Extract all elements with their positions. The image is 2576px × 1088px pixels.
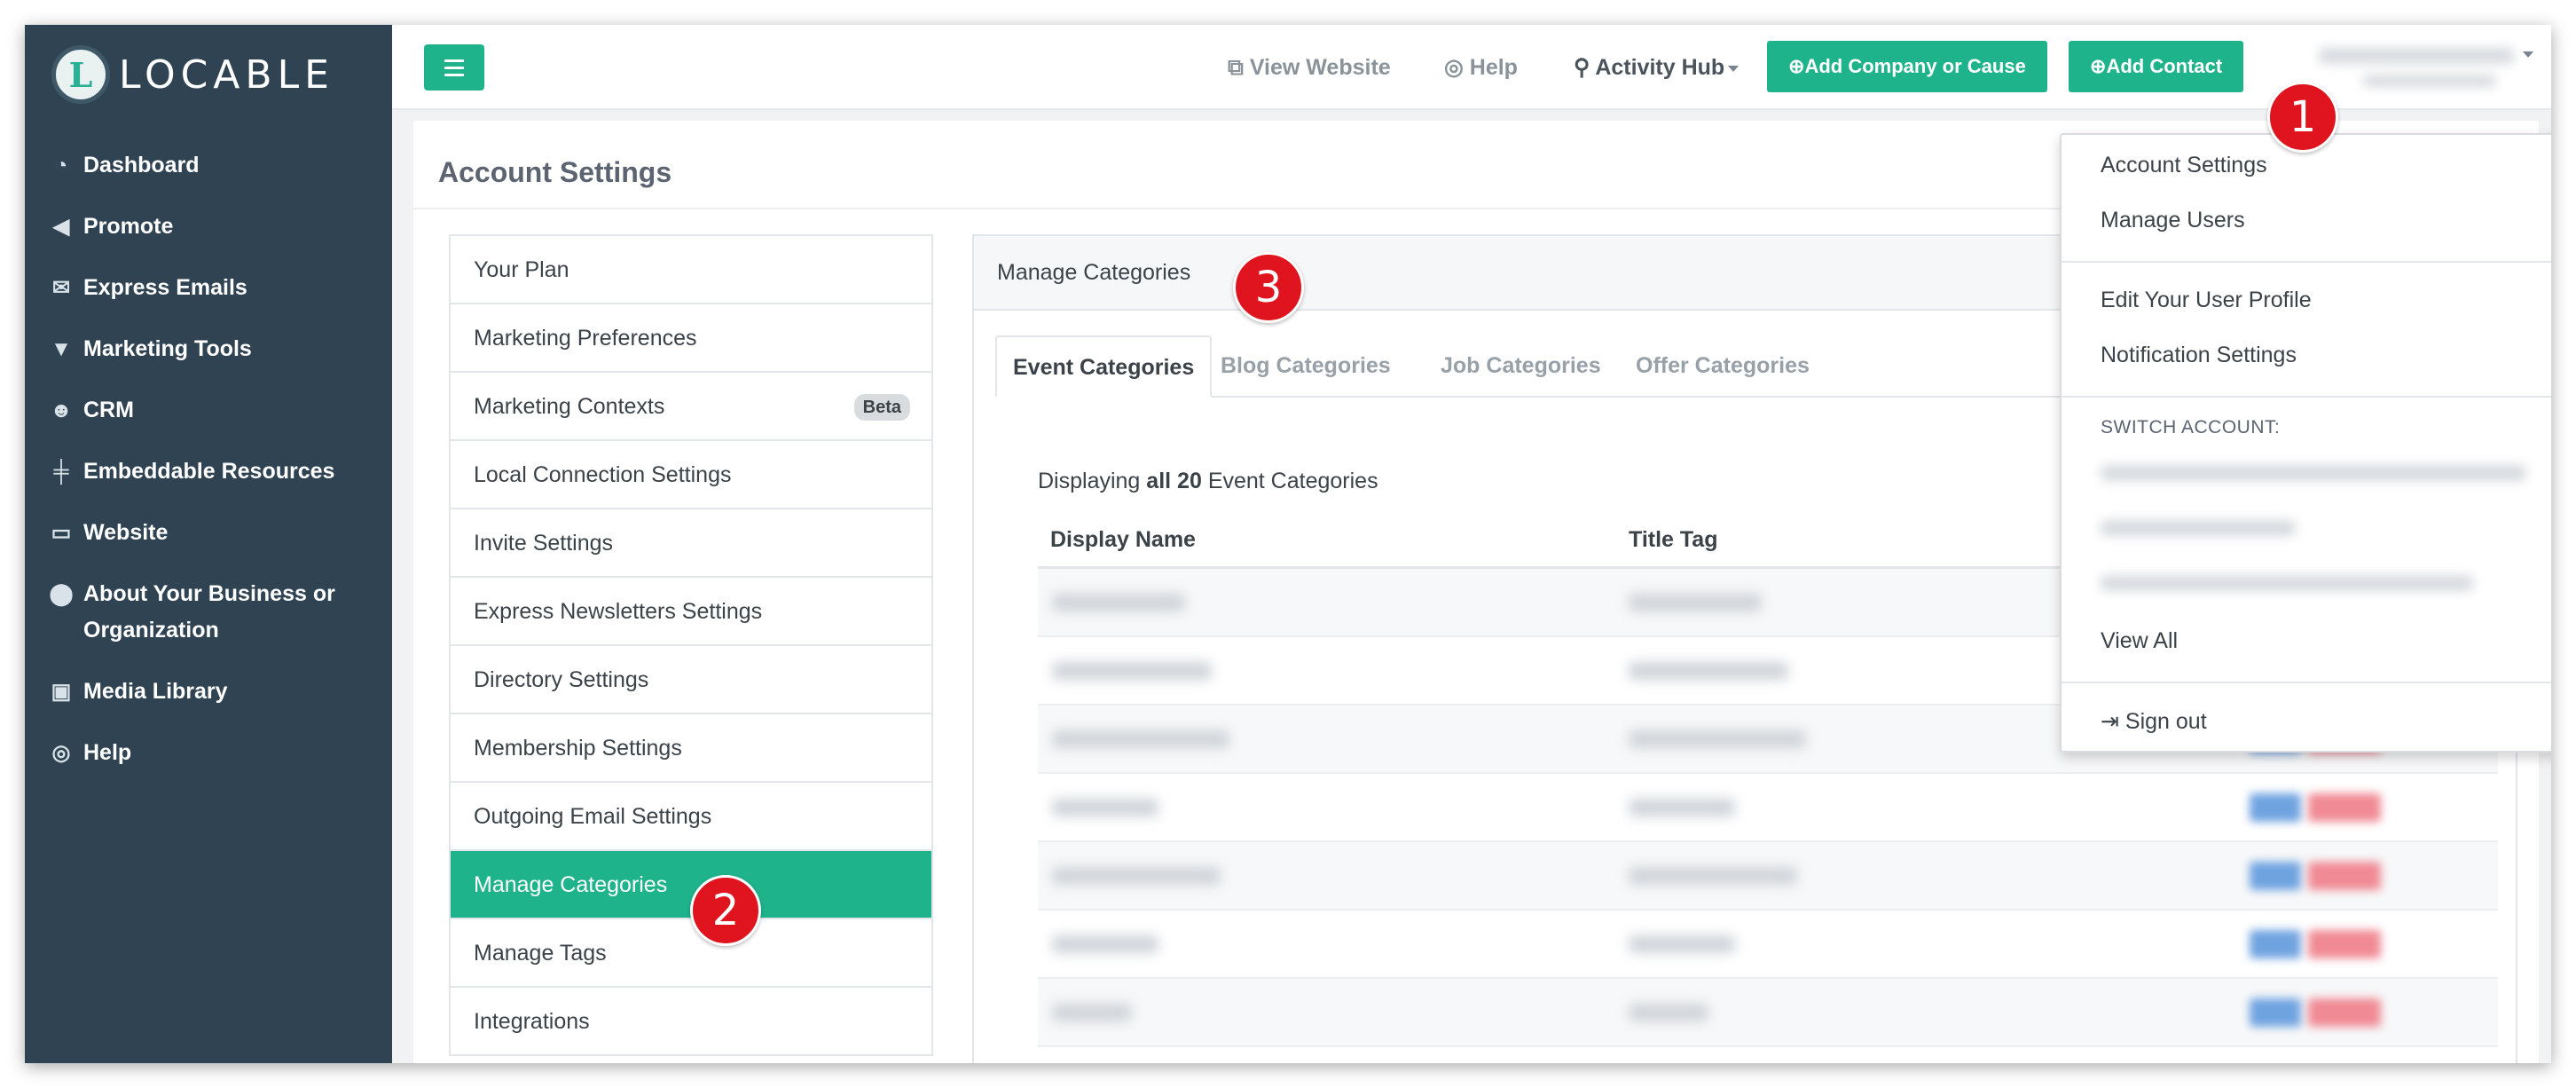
delete-button[interactable] (2308, 930, 2381, 958)
view-website-link[interactable]: ⧉ View Website (1228, 50, 1391, 85)
column-header-display-name[interactable]: Display Name (1050, 527, 1196, 553)
menu-item-view-all[interactable]: View All (2101, 628, 2178, 654)
lifebuoy-icon: ◎ (51, 741, 71, 765)
settings-item-manage-tags[interactable]: Manage Tags (451, 919, 931, 988)
annotation-marker-1: 1 (2267, 82, 2338, 153)
caret-down-icon (2523, 51, 2533, 58)
column-header-title-tag[interactable]: Title Tag (1629, 527, 1717, 553)
edit-button[interactable] (2250, 862, 2301, 890)
sidebar-item-crm[interactable]: ☻ CRM (25, 380, 392, 441)
sidebar-item-website[interactable]: ▭ Website (25, 502, 392, 564)
plus-circle-icon: ⊕ (1788, 55, 1805, 77)
menu-item-sign-out[interactable]: ⇥ Sign out (2101, 708, 2207, 735)
switch-account-option[interactable] (2101, 465, 2526, 481)
lifebuoy-icon: ◎ (1444, 55, 1464, 80)
logo-pin-icon: L (51, 45, 110, 104)
account-dropdown-menu: Account Settings Manage Users Edit Your … (2060, 133, 2551, 753)
external-link-icon: ⧉ (1228, 55, 1244, 80)
delete-button[interactable] (2308, 862, 2381, 890)
help-link[interactable]: ◎ Help (1444, 50, 1518, 85)
image-icon: ▣ (51, 680, 72, 704)
settings-item-marketing-contexts[interactable]: Marketing Contexts Beta (451, 373, 931, 441)
activity-hub-menu[interactable]: ⚲ Activity Hub (1574, 50, 1740, 85)
caret-down-icon (1728, 65, 1740, 72)
sign-out-icon: ⇥ (2101, 709, 2119, 734)
switch-account-option[interactable] (2101, 520, 2296, 536)
tab-event-categories[interactable]: Event Categories (995, 335, 1213, 398)
table-row (1038, 911, 2498, 979)
settings-list: Your Plan Marketing Preferences Marketin… (449, 234, 933, 1056)
table-row (1038, 842, 2498, 911)
settings-item-your-plan[interactable]: Your Plan (451, 236, 931, 304)
signpost-icon: ╪ (53, 460, 69, 484)
sidebar-item-embeddable-resources[interactable]: ╪ Embeddable Resources (25, 441, 392, 502)
plus-circle-icon: ⊕ (2090, 55, 2107, 77)
tab-offer-categories[interactable]: Offer Categories (1620, 335, 1826, 398)
sidebar-item-help[interactable]: ◎ Help (25, 722, 392, 784)
menu-toggle-button[interactable] (424, 44, 484, 91)
sidebar-item-about-business[interactable]: ⬤ About Your Business or Organization (25, 564, 392, 661)
top-bar: ⧉ View Website ◎ Help ⚲ Activity Hub ⊕Ad… (392, 25, 2551, 110)
settings-item-invite[interactable]: Invite Settings (451, 509, 931, 578)
menu-item-manage-users[interactable]: Manage Users (2101, 208, 2245, 233)
switch-account-header: SWITCH ACCOUNT: (2101, 417, 2281, 438)
brand-logo[interactable]: L LOCABLE (25, 25, 392, 124)
tab-blog-categories[interactable]: Blog Categories (1205, 335, 1407, 398)
envelope-icon: ✉ (51, 276, 71, 300)
sidebar-item-marketing-tools[interactable]: ▼ Marketing Tools (25, 319, 392, 380)
brand-name: LOCABLE (119, 51, 334, 98)
walking-person-icon: ⚲ (1574, 55, 1590, 80)
map-marker-icon: ⬤ (49, 582, 74, 606)
users-icon: ☻ (50, 398, 73, 422)
filter-icon: ▼ (51, 337, 72, 361)
add-company-button[interactable]: ⊕Add Company or Cause (1767, 41, 2047, 92)
table-row (1038, 774, 2498, 842)
settings-item-integrations[interactable]: Integrations (451, 988, 931, 1056)
settings-item-outgoing-email[interactable]: Outgoing Email Settings (451, 783, 931, 851)
add-contact-button[interactable]: ⊕Add Contact (2069, 41, 2244, 92)
beta-badge: Beta (853, 394, 910, 421)
menu-item-notification-settings[interactable]: Notification Settings (2101, 343, 2297, 368)
annotation-marker-3: 3 (1233, 252, 1304, 323)
settings-item-express-newsletters[interactable]: Express Newsletters Settings (451, 578, 931, 646)
user-menu[interactable] (2310, 39, 2533, 92)
edit-button[interactable] (2250, 998, 2301, 1027)
sidebar-item-media-library[interactable]: ▣ Media Library (25, 661, 392, 722)
tab-job-categories[interactable]: Job Categories (1425, 335, 1617, 398)
monitor-icon: ▭ (51, 521, 72, 545)
annotation-marker-2: 2 (690, 875, 761, 946)
page-title: Account Settings (438, 156, 672, 188)
sidebar-item-express-emails[interactable]: ✉ Express Emails (25, 257, 392, 319)
sidebar-item-promote[interactable]: ◀ Promote (25, 196, 392, 257)
settings-item-local-connection[interactable]: Local Connection Settings (451, 441, 931, 509)
sidebar: L LOCABLE ◔ Dashboard ◀ Promote ✉ Expres… (25, 25, 392, 1063)
hamburger-icon (444, 59, 464, 62)
delete-button[interactable] (2308, 998, 2381, 1027)
table-row (1038, 979, 2498, 1047)
menu-item-account-settings[interactable]: Account Settings (2101, 153, 2267, 178)
menu-item-edit-profile[interactable]: Edit Your User Profile (2101, 288, 2312, 313)
settings-item-membership[interactable]: Membership Settings (451, 714, 931, 783)
megaphone-icon: ◀ (52, 215, 70, 239)
delete-button[interactable] (2308, 793, 2381, 822)
sidebar-nav: ◔ Dashboard ◀ Promote ✉ Express Emails ▼… (25, 135, 392, 784)
switch-account-option[interactable] (2101, 575, 2473, 591)
edit-button[interactable] (2250, 793, 2301, 822)
dashboard-icon: ◔ (54, 154, 68, 177)
settings-item-marketing-preferences[interactable]: Marketing Preferences (451, 304, 931, 373)
app-window: L LOCABLE ◔ Dashboard ◀ Promote ✉ Expres… (25, 25, 2551, 1063)
settings-item-directory[interactable]: Directory Settings (451, 646, 931, 714)
results-count: Displaying all 20 Event Categories (1038, 469, 1378, 493)
edit-button[interactable] (2250, 930, 2301, 958)
sidebar-item-dashboard[interactable]: ◔ Dashboard (25, 135, 392, 196)
